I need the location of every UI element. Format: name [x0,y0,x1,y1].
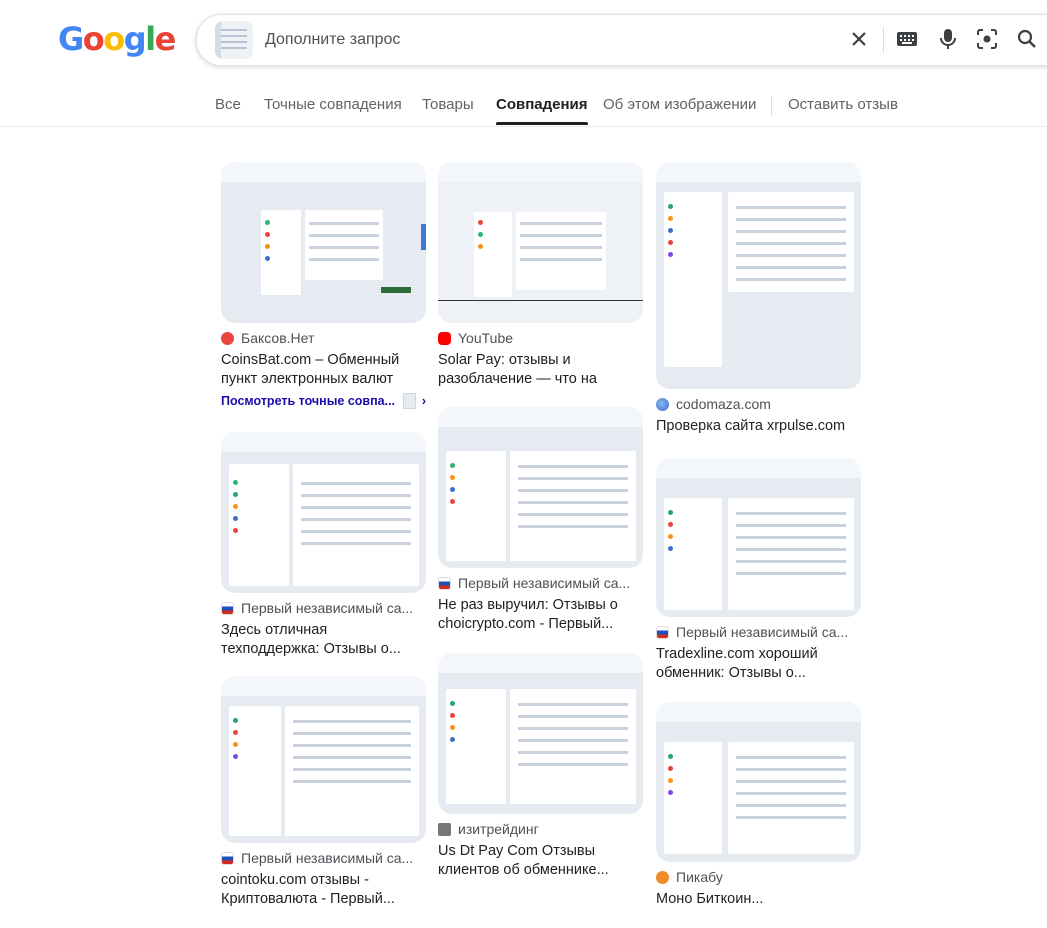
flag-icon [438,576,451,590]
result-source[interactable]: YouTube [458,330,513,346]
result-card[interactable]: Первый независимый са... Здесь отличная … [221,432,426,659]
result-source[interactable]: Первый независимый са... [676,624,848,640]
search-input[interactable]: Дополните запрос [265,31,400,49]
result-thumbnail[interactable] [438,162,643,323]
mini-thumbnail-icon [403,393,416,409]
tab-bar: Все Точные совпадения Товары Совпадения … [0,96,1047,127]
izitrading-favicon-icon [438,822,451,836]
result-source[interactable]: codomaza.com [676,396,771,412]
flag-icon [221,851,234,865]
flag-icon [221,601,234,615]
result-thumbnail[interactable] [221,162,426,323]
result-card[interactable]: codomaza.com Проверка сайта xrpulse.com [656,162,861,455]
result-card[interactable]: YouTube Solar Pay: отзывы и разоблачение… [438,162,643,389]
tab-about-image[interactable]: Об этом изображении [603,96,756,113]
tab-feedback[interactable]: Оставить отзыв [788,96,898,113]
result-title[interactable]: Здесь отличная техподдержка: Отзывы о... [221,621,426,659]
divider [883,27,884,53]
result-source[interactable]: Пикабу [676,869,723,885]
result-card[interactable]: Первый независимый са... Tradexline.com … [656,458,861,683]
result-title[interactable]: cointoku.com отзывы - Криптовалюта - Пер… [221,871,426,909]
see-exact-matches-link[interactable]: Посмотреть точные совпа... › [221,393,426,409]
globe-icon [656,397,669,411]
result-source[interactable]: Первый независимый са... [241,850,413,866]
keyboard-icon[interactable] [895,27,919,51]
logo-letter: o [82,20,105,58]
search-icon[interactable] [1015,27,1039,51]
result-source[interactable]: Баксов.Нет [241,330,314,346]
result-thumbnail[interactable] [221,676,426,843]
baksov-favicon-icon [221,331,234,345]
result-thumbnail[interactable] [438,653,643,814]
result-title[interactable]: Не раз выручил: Отзывы о choicrypto.com … [438,596,643,634]
result-source[interactable]: изитрейдинг [458,821,539,837]
result-thumbnail[interactable] [656,702,861,862]
logo-letter: e [154,20,177,58]
lens-icon[interactable] [975,27,999,51]
flag-icon [656,625,669,639]
result-title[interactable]: Tradexline.com хороший обменник: Отзывы … [656,645,861,683]
logo-letter: o [103,20,125,58]
search-bar[interactable]: Дополните запрос [196,14,1047,66]
result-card[interactable]: Пикабу Моно Биткоин... [656,702,861,928]
tab-visual-matches[interactable]: Совпадения [496,96,588,125]
result-thumbnail[interactable] [656,162,861,389]
result-thumbnail[interactable] [656,458,861,617]
mic-icon[interactable] [936,27,960,51]
tab-exact-matches[interactable]: Точные совпадения [264,96,402,113]
result-title[interactable]: Проверка сайта xrpulse.com [656,417,861,455]
logo-letter: G [58,20,84,58]
result-card[interactable]: Первый независимый са... Не раз выручил:… [438,407,643,634]
logo-letter: g [123,20,147,58]
result-thumbnail[interactable] [438,407,643,568]
result-source[interactable]: Первый независимый са... [458,575,630,591]
tab-all[interactable]: Все [215,96,241,113]
tab-products[interactable]: Товары [422,96,474,113]
result-card[interactable]: Первый независимый са... cointoku.com от… [221,676,426,909]
result-title[interactable]: Solar Pay: отзывы и разоблачение — что н… [438,351,643,389]
result-thumbnail[interactable] [221,432,426,593]
exact-matches-label: Посмотреть точные совпа... [221,394,396,408]
result-title[interactable]: Us Dt Pay Com Отзывы клиентов об обменни… [438,842,643,880]
result-title[interactable]: CoinsBat.com – Обменный пункт электронны… [221,351,426,389]
logo-letter: l [145,20,156,58]
google-logo[interactable]: Google [58,20,177,58]
pikabu-favicon-icon [656,870,669,884]
chevron-right-icon: › [421,394,426,408]
tab-divider [771,96,772,116]
result-card[interactable]: Баксов.Нет CoinsBat.com – Обменный пункт… [221,162,426,409]
result-source[interactable]: Первый независимый са... [241,600,413,616]
query-image-thumbnail[interactable] [215,21,253,59]
youtube-icon [438,331,451,345]
close-icon[interactable] [847,27,871,51]
result-card[interactable]: изитрейдинг Us Dt Pay Com Отзывы клиенто… [438,653,643,880]
